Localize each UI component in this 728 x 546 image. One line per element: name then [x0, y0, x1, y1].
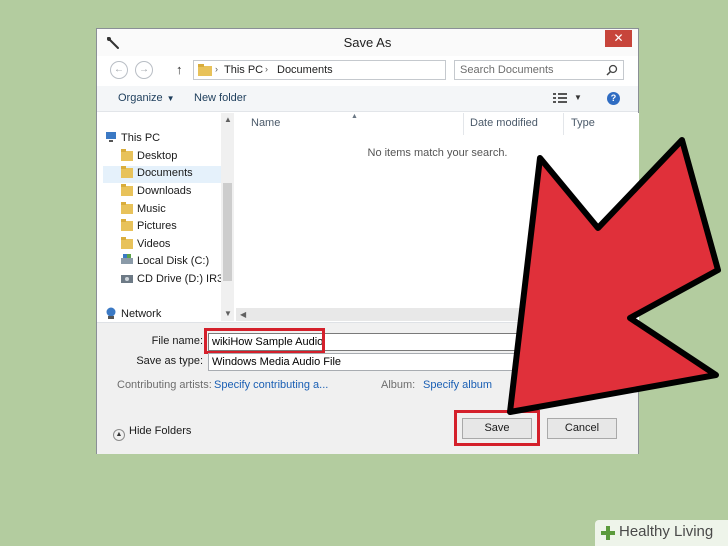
file-name-highlight — [204, 328, 325, 354]
contributing-artists-label: Contributing artists: — [117, 379, 212, 391]
file-name-label: File name: — [151, 335, 203, 347]
folder-icon — [121, 184, 133, 196]
tree-item-cd-drive[interactable]: CD Drive (D:) IR3_ — [121, 272, 229, 289]
search-icon[interactable] — [606, 64, 618, 76]
close-button[interactable]: ✕ — [605, 30, 632, 47]
navigation-pane: This PC Desktop Documents Downloads Musi… — [97, 113, 234, 321]
help-icon[interactable]: ? — [607, 92, 620, 105]
scroll-left-icon[interactable]: ◀ — [240, 310, 246, 319]
folder-icon — [121, 149, 133, 161]
breadcrumb-this-pc[interactable]: This PC — [224, 64, 263, 76]
tree-item-videos[interactable]: Videos — [121, 237, 170, 254]
window-title: Save As — [343, 35, 392, 50]
album-link[interactable]: Specify album — [423, 379, 492, 391]
title-bar: Save As ✕ — [97, 29, 638, 56]
album-label: Album: — [381, 379, 416, 391]
tree-item-local-disk[interactable]: Local Disk (C:) — [121, 254, 209, 271]
contributing-artists-link[interactable]: Specify contributing a... — [214, 379, 328, 391]
new-folder-button[interactable]: New folder — [194, 92, 247, 104]
horizontal-scrollbar[interactable]: ◀ — [236, 308, 526, 321]
folder-icon — [121, 166, 133, 178]
tree-item-desktop[interactable]: Desktop — [121, 149, 177, 166]
column-divider — [463, 113, 464, 135]
tree-item-this-pc[interactable]: This PC — [105, 131, 160, 148]
view-caret-icon[interactable]: ▼ — [574, 93, 582, 102]
breadcrumb-separator: › — [215, 64, 218, 74]
save-type-select[interactable]: Windows Media Audio File ⌄ — [208, 353, 628, 371]
scroll-down-icon[interactable]: ▼ — [224, 309, 232, 318]
computer-icon — [106, 132, 116, 142]
folder-icon — [121, 202, 133, 214]
forward-button[interactable]: → — [135, 61, 153, 79]
address-row: ← → ↑ › This PC › Documents ⌄ ↻ Search D… — [97, 59, 638, 83]
chevron-down-icon: ⌄ — [615, 356, 623, 366]
tree-item-music[interactable]: Music — [121, 202, 166, 219]
back-button[interactable]: ← — [110, 61, 128, 79]
cd-icon — [121, 275, 133, 283]
folder-icon — [121, 219, 133, 231]
tree-item-pictures[interactable]: Pictures — [121, 219, 177, 236]
watermark-text: Healthy Living — [619, 523, 714, 540]
column-name[interactable]: Name — [251, 117, 280, 129]
save-as-dialog: Save As ✕ ← → ↑ › This PC › Documents ⌄ … — [96, 28, 639, 454]
breadcrumb-documents[interactable]: Documents — [277, 64, 333, 76]
column-date-modified[interactable]: Date modified — [470, 117, 538, 129]
breadcrumb-separator: › — [265, 64, 268, 74]
address-bar[interactable]: › This PC › Documents ⌄ ↻ — [193, 60, 532, 80]
toolbar: Organize ▼ New folder ▼ ? — [97, 86, 638, 112]
tree-item-downloads[interactable]: Downloads — [121, 184, 191, 201]
save-type-label: Save as type: — [136, 355, 203, 367]
hide-folders-label: Hide Folders — [129, 425, 192, 437]
organize-label: Organize — [118, 92, 163, 104]
folder-icon — [121, 237, 133, 249]
search-input[interactable]: Search Documents — [454, 60, 624, 80]
view-options-icon[interactable] — [553, 92, 567, 104]
cancel-button[interactable]: Cancel — [547, 418, 617, 439]
disk-icon — [121, 254, 133, 264]
save-button-highlight — [454, 410, 540, 446]
save-form: File name: wikiHow Sample Audio Save as … — [97, 322, 638, 454]
sort-ascending-icon: ▲ — [351, 113, 358, 120]
hide-folders-button[interactable]: ▲ Hide Folders — [113, 425, 191, 441]
folder-icon — [198, 64, 212, 76]
scrollbar-thumb[interactable] — [223, 183, 232, 281]
navigation-scrollbar[interactable]: ▲ ▼ — [221, 113, 234, 321]
column-type[interactable]: Type — [571, 117, 595, 129]
empty-message: No items match your search. — [367, 147, 508, 159]
network-icon — [106, 307, 116, 319]
tree-item-documents[interactable]: Documents — [103, 166, 223, 183]
caret-down-icon: ▼ — [166, 94, 175, 103]
scroll-up-icon[interactable]: ▲ — [224, 115, 232, 124]
search-placeholder: Search Documents — [460, 64, 554, 76]
healthy-living-logo-icon — [601, 526, 615, 540]
save-type-value: Windows Media Audio File — [212, 356, 342, 368]
file-list: ▲ Name Date modified Type No items match… — [236, 113, 639, 321]
up-button[interactable]: ↑ — [176, 62, 183, 77]
column-divider — [563, 113, 564, 135]
organize-button[interactable]: Organize ▼ — [118, 92, 175, 104]
chevron-up-icon: ▲ — [113, 429, 125, 441]
watermark: Healthy Living — [595, 520, 728, 546]
